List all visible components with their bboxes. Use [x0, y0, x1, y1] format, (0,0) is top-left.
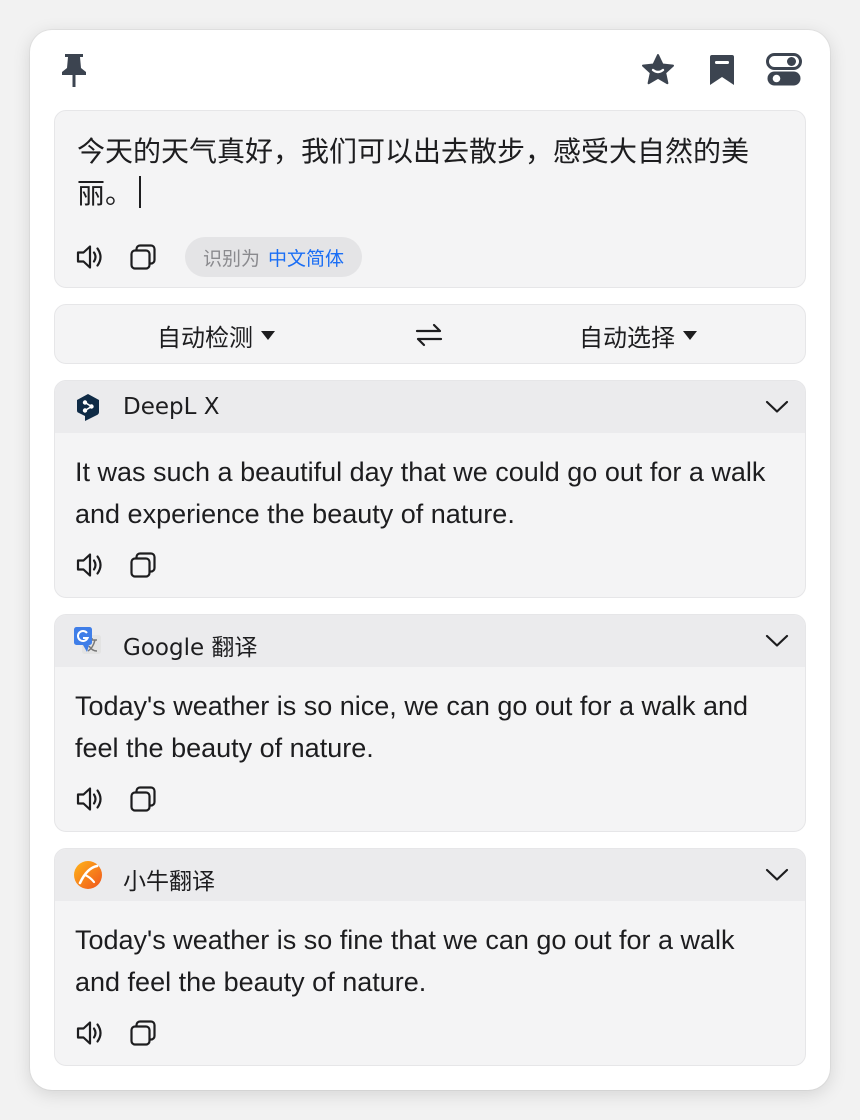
detected-language: 中文简体 [268, 247, 345, 270]
dropdown-triangle-icon [261, 330, 275, 340]
source-text-card: 今天的天气真好，我们可以出去散步，感受大自然的美丽。 识别为 中文简体 [54, 110, 806, 288]
language-bar: 自动检测 自动选择 [54, 304, 806, 364]
result-header-google[interactable]: Google 翻译 [55, 615, 805, 667]
swap-languages-icon[interactable] [411, 317, 447, 353]
detected-language-badge: 识别为 中文简体 [185, 237, 363, 277]
bookmark-icon[interactable] [704, 52, 740, 88]
result-header-niutrans[interactable]: 小牛翻译 [55, 849, 805, 901]
engine-name: DeepL X [123, 394, 220, 420]
copy-icon[interactable] [125, 547, 161, 583]
result-actions [73, 781, 161, 817]
result-actions [73, 1015, 161, 1051]
copy-icon[interactable] [125, 239, 161, 275]
copy-icon[interactable] [125, 1015, 161, 1051]
result-card-google: Google 翻译 Today's weather is so nice, we… [54, 614, 806, 832]
chevron-down-icon[interactable] [763, 393, 791, 421]
translation-text: Today's weather is so nice, we can go ou… [75, 691, 749, 763]
speaker-icon[interactable] [73, 1015, 109, 1051]
pin-icon[interactable] [56, 52, 92, 88]
speaker-icon[interactable] [73, 781, 109, 817]
dropdown-triangle-icon [683, 330, 697, 340]
text-caret [139, 176, 142, 208]
detected-prefix: 识别为 [203, 247, 261, 270]
source-language-select[interactable]: 自动检测 [157, 305, 275, 363]
google-translate-icon [73, 626, 103, 656]
deepl-icon [73, 392, 103, 422]
source-language-label: 自动检测 [157, 323, 253, 352]
source-text-input[interactable]: 今天的天气真好，我们可以出去散步，感受大自然的美丽。 [77, 131, 783, 215]
result-header-deepl[interactable]: DeepL X [55, 381, 805, 433]
target-language-label: 自动选择 [579, 323, 675, 352]
speaker-icon[interactable] [73, 547, 109, 583]
translator-window: 今天的天气真好，我们可以出去散步，感受大自然的美丽。 识别为 中文简体 自动检测… [30, 30, 830, 1090]
engine-name: Google 翻译 [123, 635, 258, 661]
niutrans-icon [73, 860, 103, 890]
result-actions [73, 547, 161, 583]
star-icon[interactable] [640, 52, 676, 88]
chevron-down-icon[interactable] [763, 627, 791, 655]
source-actions: 识别为 中文简体 [73, 237, 363, 277]
translation-text: It was such a beautiful day that we coul… [75, 457, 766, 529]
speaker-icon[interactable] [73, 239, 109, 275]
engine-name: 小牛翻译 [123, 869, 215, 895]
result-card-niutrans: 小牛翻译 Today's weather is so fine that we … [54, 848, 806, 1066]
target-language-select[interactable]: 自动选择 [579, 305, 697, 363]
toolbar [30, 30, 830, 110]
copy-icon[interactable] [125, 781, 161, 817]
chevron-down-icon[interactable] [763, 861, 791, 889]
translation-text: Today's weather is so fine that we can g… [75, 925, 735, 997]
toggle-settings-icon[interactable] [766, 52, 802, 88]
result-card-deepl: DeepL X It was such a beautiful day that… [54, 380, 806, 598]
